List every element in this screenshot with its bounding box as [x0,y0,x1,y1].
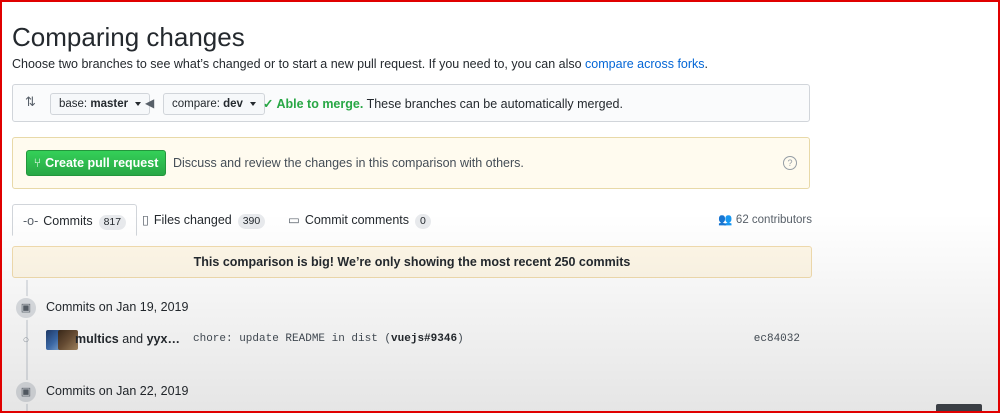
branch-range-editor: ⇅ base: master ◀ compare: dev ✓ Able to m… [12,84,810,122]
contributors-link[interactable]: 👥 62 contributors [718,204,812,236]
check-icon: ✓ [263,97,274,111]
chevron-down-icon [250,101,257,106]
commit-authors: multics and yyx… [75,332,180,346]
commit-message-end: ) [457,333,464,345]
file-diff-icon: ▯ [142,213,149,227]
subtitle-end: . [704,57,709,71]
page-title: Comparing changes [12,22,245,52]
tab-files-changed[interactable]: ▯ Files changed 390 [132,204,275,236]
commit-group-date: Commits on Jan 19, 2019 [46,300,189,314]
tab-files-label: Files changed [153,213,232,227]
author-conjunction: and [122,332,144,346]
commit-message[interactable]: chore: update README in dist (vuejs#9346… [193,333,464,345]
tab-commits-label: Commits [43,214,93,228]
comment-icon: ▭ [288,213,300,227]
big-comparison-notice: This comparison is big! We’re only showi… [12,246,812,278]
base-label: base: [59,98,88,110]
chevron-down-icon [135,101,142,106]
commit-dot-icon: ○ [22,334,30,346]
create-pr-box: ⑂ Create pull request Discuss and review … [12,137,810,189]
pull-request-icon: ⑂ [33,156,42,170]
swap-branches-icon[interactable]: ⇅ [25,95,39,109]
compare-across-forks-link[interactable]: compare across forks [585,57,704,71]
tab-commit-comments[interactable]: ▭ Commit comments 0 [278,204,441,236]
merge-status-detail: These branches can be automatically merg… [366,97,623,111]
repo-push-icon: ▣ [14,380,38,404]
merge-status-label: Able to merge. [276,97,364,111]
merge-status: ✓ Able to merge. These branches can be au… [263,96,623,111]
tab-commits[interactable]: -o- Commits 817 [12,204,138,236]
tab-commits-count: 817 [98,215,127,230]
subtitle-text: Choose two branches to see what’s change… [12,57,582,71]
commit-sha-link[interactable]: ec84032 [754,333,800,345]
create-pr-label: Create pull request [45,156,159,170]
page-subtitle: Choose two branches to see what’s change… [12,56,708,72]
create-pr-description: Discuss and review the changes in this c… [173,156,524,170]
base-branch-select[interactable]: base: master [50,93,151,115]
contributors-label: 62 contributors [735,214,812,226]
video-control-bar [936,404,982,411]
base-branch-value: master [90,98,129,110]
question-icon[interactable]: ? [783,156,797,170]
commit-group-date: Commits on Jan 22, 2019 [46,384,189,398]
commit-author-link[interactable]: multics [75,332,119,346]
commit-author-link[interactable]: yyx… [147,332,180,346]
issue-reference-link[interactable]: vuejs#9346 [391,333,457,345]
people-icon: 👥 [718,214,733,226]
repo-push-icon: ▣ [14,296,38,320]
create-pull-request-button[interactable]: ⑂ Create pull request [26,150,166,176]
tab-comments-count: 0 [415,214,431,229]
compare-tabs: -o- Commits 817 ▯ Files changed 390 ▭ Commit … [12,204,812,236]
arrow-left-icon: ◀ [145,96,155,110]
compare-branch-value: dev [223,98,243,110]
compare-label: compare: [172,98,220,110]
tab-comments-label: Commit comments [304,213,409,227]
commit-row: ○ multics and yyx… chore: update README … [14,328,800,352]
commit-message-text: chore: update README in dist ( [193,333,392,345]
tab-files-count: 390 [237,214,266,229]
compare-branch-select[interactable]: compare: dev [163,93,266,115]
commit-icon: -o- [23,214,39,228]
